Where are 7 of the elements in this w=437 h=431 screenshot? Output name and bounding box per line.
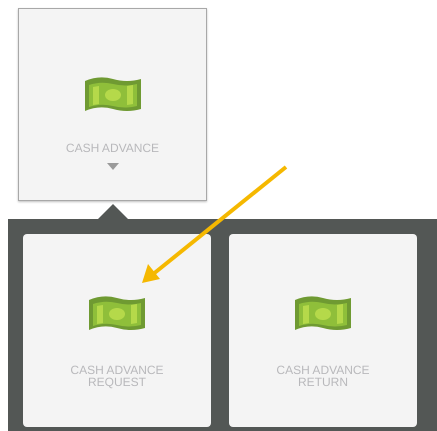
banknote-icon <box>87 294 147 330</box>
cash-advance-tile[interactable]: CASH ADVANCE <box>18 8 207 201</box>
caret-icon <box>106 163 118 170</box>
submenu-tile[interactable]: CASH ADVANCE REQUEST <box>23 234 211 427</box>
banknote-icon <box>82 75 142 111</box>
submenu-tile[interactable]: CASH ADVANCE RETURN <box>229 234 417 427</box>
banknote-icon <box>293 294 353 330</box>
